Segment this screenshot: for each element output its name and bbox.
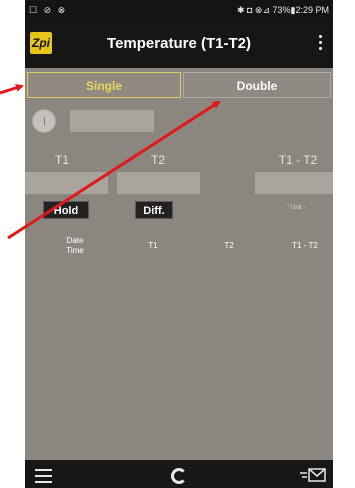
arrow-to-single-tab — [0, 84, 24, 95]
status-right-text: ✱ ◘ ⊗⊿ 73%▮2:29 PM — [236, 5, 329, 15]
header-t1-t2: T1 - T2 — [292, 241, 318, 250]
page-title: Temperature (T1-T2) — [107, 35, 251, 52]
tab-double[interactable]: Double — [183, 72, 331, 98]
header-date-time: Date Time — [66, 236, 84, 255]
phone-screen: ☐ ⊘ ⊗ ✱ ◘ ⊗⊿ 73%▮2:29 PM Zpi Temperature… — [25, 0, 333, 488]
t1-t2-label: T1 - T2 — [278, 153, 318, 167]
tab-single[interactable]: Single — [27, 72, 181, 98]
diff-button[interactable]: Diff. — [135, 201, 173, 219]
status-bar: ☐ ⊘ ⊗ ✱ ◘ ⊗⊿ 73%▮2:29 PM — [25, 0, 333, 22]
table-header: Date Time T1 T2 T1 - T2 — [25, 226, 333, 273]
t2-value-field — [117, 172, 200, 194]
unit-selector[interactable]: ° Unit - — [287, 205, 305, 211]
bottom-bar — [25, 460, 333, 488]
list-icon[interactable] — [35, 469, 52, 483]
send-icon[interactable] — [300, 468, 326, 482]
refresh-icon[interactable] — [171, 468, 187, 484]
status-left-icons: ☐ ⊘ ⊗ — [29, 5, 68, 15]
header-t2: T2 — [224, 241, 234, 250]
t1-t2-value-field — [255, 172, 333, 194]
header-t1: T1 — [148, 241, 158, 250]
app-bar: Zpi Temperature (T1-T2) — [25, 22, 333, 68]
menu-dots-icon[interactable] — [315, 32, 325, 56]
single-value-field — [70, 110, 154, 132]
readings-table-body — [25, 272, 333, 457]
t1-value-field — [25, 172, 108, 194]
power-toggle-button[interactable] — [32, 109, 56, 133]
t1-label: T1 — [54, 153, 69, 167]
t2-label: T2 — [150, 153, 165, 167]
hold-button[interactable]: Hold — [43, 201, 89, 219]
